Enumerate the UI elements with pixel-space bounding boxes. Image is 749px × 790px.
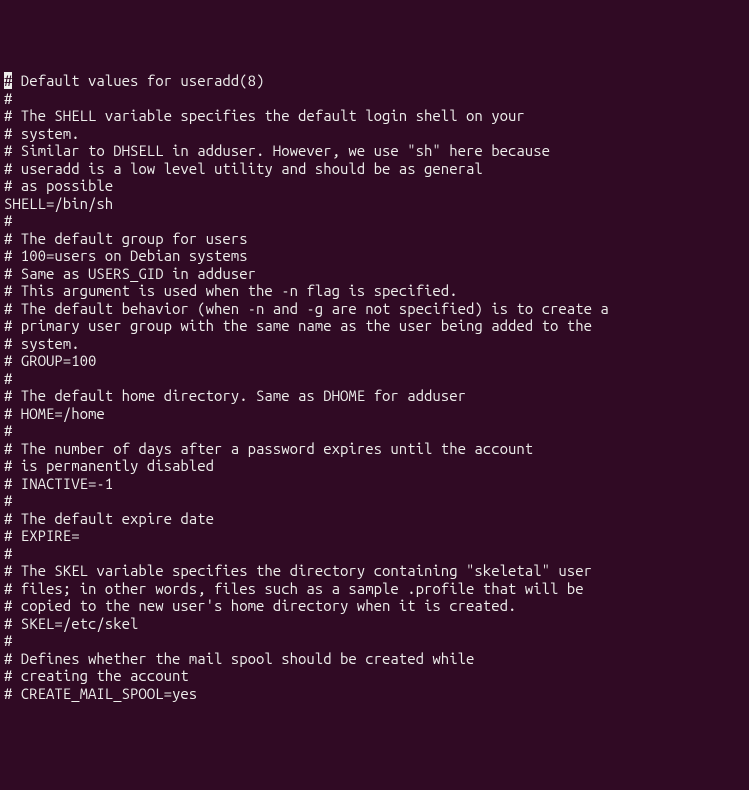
config-line: # files; in other words, files such as a… — [4, 580, 745, 598]
line-text: Default values for useradd(8) — [12, 72, 264, 89]
config-line: # — [4, 90, 745, 108]
config-line: # as possible — [4, 177, 745, 195]
config-line: # is permanently disabled — [4, 457, 745, 475]
config-line: # SKEL=/etc/skel — [4, 615, 745, 633]
config-line: # system. — [4, 335, 745, 353]
config-line: # The SKEL variable specifies the direct… — [4, 562, 745, 580]
config-line: # — [4, 212, 745, 230]
config-line: # useradd is a low level utility and sho… — [4, 160, 745, 178]
config-line: # The SHELL variable specifies the defau… — [4, 107, 745, 125]
config-line: # copied to the new user's home director… — [4, 597, 745, 615]
config-line: # — [4, 370, 745, 388]
config-line: # The default behavior (when -n and -g a… — [4, 300, 745, 318]
config-line: # The number of days after a password ex… — [4, 440, 745, 458]
config-line: # INACTIVE=-1 — [4, 475, 745, 493]
config-line: # Defines whether the mail spool should … — [4, 650, 745, 668]
config-line: # EXPIRE= — [4, 527, 745, 545]
config-line: # GROUP=100 — [4, 352, 745, 370]
config-line: # Similar to DHSELL in adduser. However,… — [4, 142, 745, 160]
config-line: # system. — [4, 125, 745, 143]
config-line: # The default expire date — [4, 510, 745, 528]
config-line: # 100=users on Debian systems — [4, 247, 745, 265]
config-line: # HOME=/home — [4, 405, 745, 423]
config-line: # The default home directory. Same as DH… — [4, 387, 745, 405]
terminal-content[interactable]: # Default values for useradd(8)## The SH… — [4, 72, 745, 702]
config-line: # creating the account — [4, 667, 745, 685]
config-line: # — [4, 422, 745, 440]
config-line: # This argument is used when the -n flag… — [4, 282, 745, 300]
config-line: # Same as USERS_GID in adduser — [4, 265, 745, 283]
config-line: # — [4, 632, 745, 650]
config-line: # — [4, 492, 745, 510]
config-line: # — [4, 545, 745, 563]
config-line: SHELL=/bin/sh — [4, 195, 745, 213]
config-line: # The default group for users — [4, 230, 745, 248]
config-line: # primary user group with the same name … — [4, 317, 745, 335]
config-line: # CREATE_MAIL_SPOOL=yes — [4, 685, 745, 703]
config-line-first: # Default values for useradd(8) — [4, 72, 745, 90]
